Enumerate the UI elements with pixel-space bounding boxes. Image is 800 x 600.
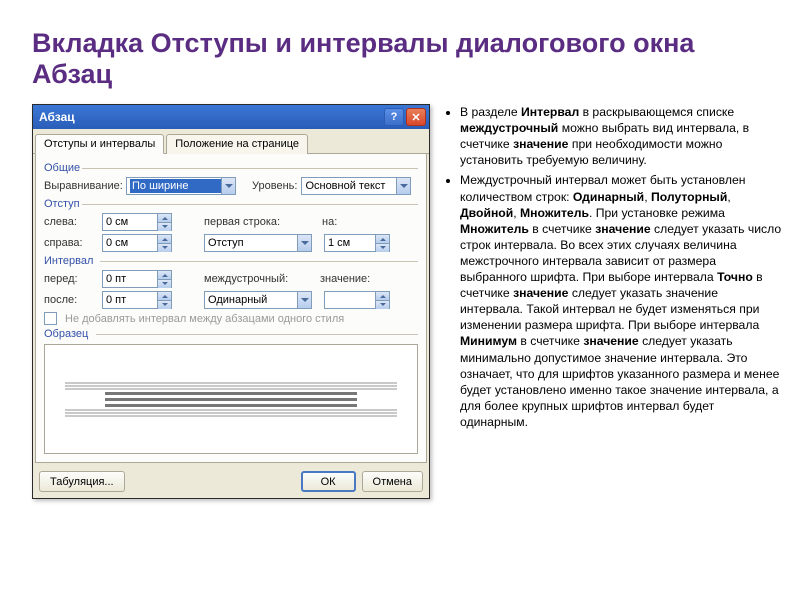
linespacing-label: междустрочный: xyxy=(204,273,292,285)
close-icon[interactable]: ✕ xyxy=(406,108,426,126)
no-add-checkbox[interactable] xyxy=(44,312,57,325)
group-preview: Образец xyxy=(44,328,418,340)
linespacing-combo[interactable]: Одинарный xyxy=(204,291,312,309)
firstline-combo[interactable]: Отступ xyxy=(204,234,312,252)
tab-indents[interactable]: Отступы и интервалы xyxy=(35,134,164,154)
indent-left-spin[interactable]: 0 см xyxy=(102,213,172,231)
level-combo[interactable]: Основной текст xyxy=(301,177,411,195)
chevron-down-icon xyxy=(297,235,311,251)
title-bar: Абзац ? ✕ xyxy=(33,105,429,129)
preview-box xyxy=(44,344,418,454)
group-spacing: Интервал xyxy=(44,255,418,267)
button-row: Табуляция... ОК Отмена xyxy=(33,465,429,498)
before-spin[interactable]: 0 пт xyxy=(102,270,172,288)
by-label: на: xyxy=(322,216,337,228)
tab-strip: Отступы и интервалы Положение на страниц… xyxy=(33,129,429,154)
by-spin[interactable]: 1 см xyxy=(324,234,390,252)
tabs-button[interactable]: Табуляция... xyxy=(39,471,125,492)
level-label: Уровень: xyxy=(252,180,297,192)
firstline-label: первая строка: xyxy=(204,216,290,228)
before-label: перед: xyxy=(44,273,98,285)
indent-right-label: справа: xyxy=(44,237,98,249)
slide-title: Вкладка Отступы и интервалы диалогового … xyxy=(32,28,782,90)
chevron-down-icon xyxy=(297,292,311,308)
group-indent: Отступ xyxy=(44,198,418,210)
after-spin[interactable]: 0 пт xyxy=(102,291,172,309)
indent-left-label: слева: xyxy=(44,216,98,228)
tab-position[interactable]: Положение на странице xyxy=(166,134,308,154)
bullet-item: Междустрочный интервал может быть устано… xyxy=(460,172,782,430)
at-spin[interactable] xyxy=(324,291,390,309)
align-combo[interactable]: По ширине xyxy=(126,177,236,195)
chevron-down-icon xyxy=(221,178,235,194)
indent-right-spin[interactable]: 0 см xyxy=(102,234,172,252)
cancel-button[interactable]: Отмена xyxy=(362,471,423,492)
at-label: значение: xyxy=(320,273,370,285)
group-general: Общие xyxy=(44,162,418,174)
paragraph-dialog: Абзац ? ✕ Отступы и интервалы Положение … xyxy=(32,104,430,499)
bullet-item: В разделе Интервал в раскрывающемся спис… xyxy=(460,104,782,168)
chevron-down-icon xyxy=(396,178,410,194)
dialog-title: Абзац xyxy=(39,110,382,124)
align-label: Выравнивание: xyxy=(44,180,122,192)
after-label: после: xyxy=(44,294,98,306)
no-add-label: Не добавлять интервал между абзацами одн… xyxy=(65,313,344,325)
ok-button[interactable]: ОК xyxy=(301,471,356,492)
bullet-list: В разделе Интервал в раскрывающемся спис… xyxy=(444,104,782,499)
help-icon[interactable]: ? xyxy=(384,108,404,126)
